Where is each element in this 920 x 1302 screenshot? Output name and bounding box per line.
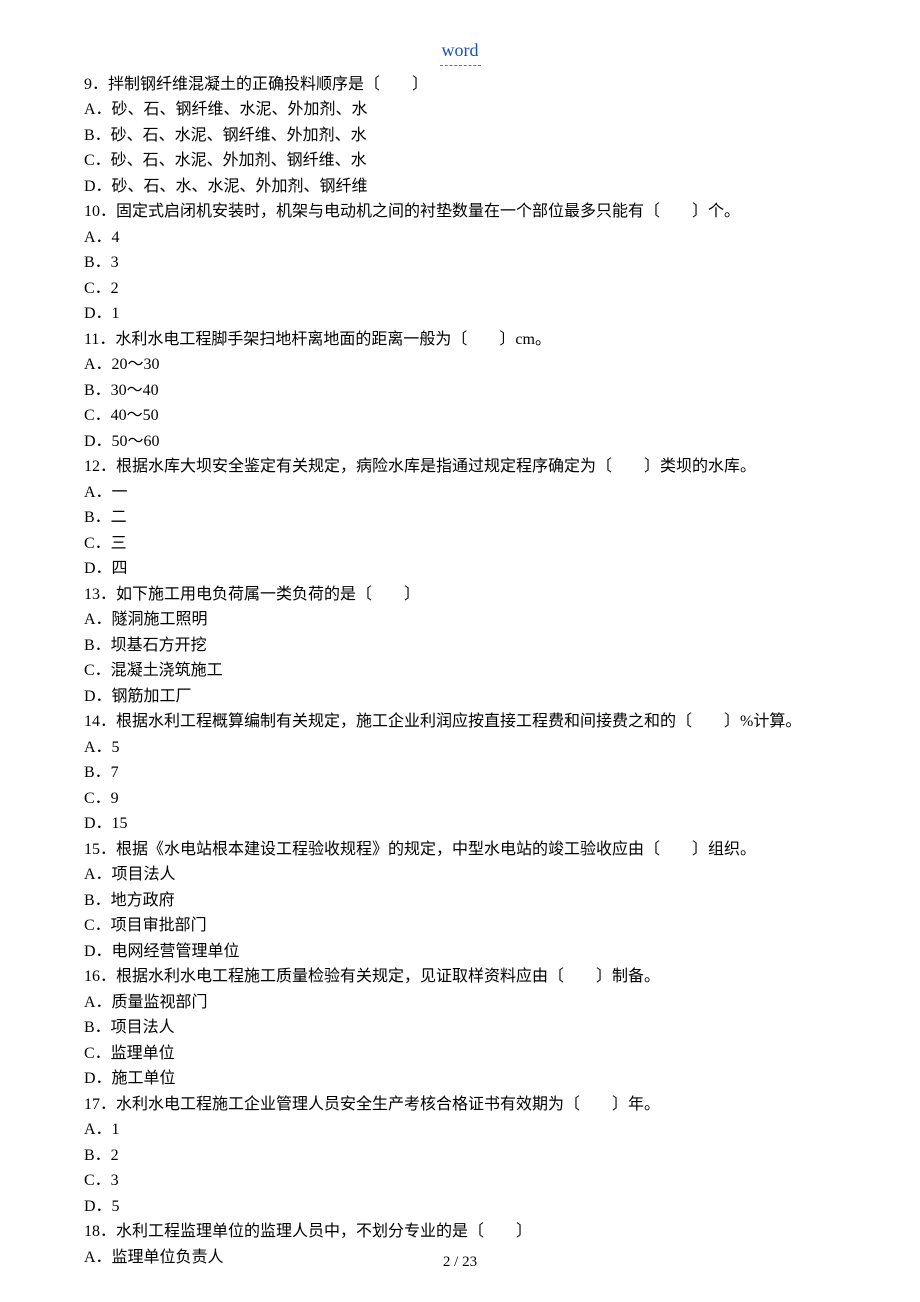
- question-option: C．3: [84, 1168, 836, 1194]
- question-option: C．9: [84, 786, 836, 812]
- question-option: D．砂、石、水、水泥、外加剂、钢纤维: [84, 174, 836, 200]
- question-option: C．2: [84, 276, 836, 302]
- question-option: A．1: [84, 1117, 836, 1143]
- question-option: C．混凝土浇筑施工: [84, 658, 836, 684]
- question-stem: 12．根据水库大坝安全鉴定有关规定，病险水库是指通过规定程序确定为〔 〕类坝的水…: [84, 454, 836, 480]
- question-option: B．30～40: [84, 378, 836, 404]
- page-header: word: [84, 36, 836, 66]
- question-option: B．地方政府: [84, 888, 836, 914]
- question-option: B．7: [84, 760, 836, 786]
- question-stem: 16．根据水利水电工程施工质量检验有关规定，见证取样资料应由〔 〕制备。: [84, 964, 836, 990]
- question-stem: 14．根据水利工程概算编制有关规定，施工企业利润应按直接工程费和间接费之和的〔 …: [84, 709, 836, 735]
- question-stem: 13．如下施工用电负荷属一类负荷的是〔 〕: [84, 582, 836, 608]
- question-stem: 15．根据《水电站根本建设工程验收规程》的规定，中型水电站的竣工验收应由〔 〕组…: [84, 837, 836, 863]
- question-option: D．电网经营管理单位: [84, 939, 836, 965]
- question-option: A．砂、石、钢纤维、水泥、外加剂、水: [84, 97, 836, 123]
- question-option: D．50～60: [84, 429, 836, 455]
- question-stem: 18．水利工程监理单位的监理人员中，不划分专业的是〔 〕: [84, 1219, 836, 1245]
- question-option: A．项目法人: [84, 862, 836, 888]
- question-stem: 11．水利水电工程脚手架扫地杆离地面的距离一般为〔 〕cm。: [84, 327, 836, 353]
- question-option: D．施工单位: [84, 1066, 836, 1092]
- question-option: C．项目审批部门: [84, 913, 836, 939]
- question-option: B．项目法人: [84, 1015, 836, 1041]
- question-option: A．4: [84, 225, 836, 251]
- question-option: A．隧洞施工照明: [84, 607, 836, 633]
- question-option: B．2: [84, 1143, 836, 1169]
- question-option: D．1: [84, 301, 836, 327]
- header-title: word: [440, 36, 481, 66]
- question-stem: 10．固定式启闭机安装时，机架与电动机之间的衬垫数量在一个部位最多只能有〔 〕个…: [84, 199, 836, 225]
- page-number: 2 / 23: [443, 1254, 477, 1270]
- question-option: B．二: [84, 505, 836, 531]
- question-option: B．3: [84, 250, 836, 276]
- question-option: D．5: [84, 1194, 836, 1220]
- question-option: D．钢筋加工厂: [84, 684, 836, 710]
- question-stem: 9．拌制钢纤维混凝土的正确投料顺序是〔 〕: [84, 72, 836, 98]
- question-stem: 17．水利水电工程施工企业管理人员安全生产考核合格证书有效期为〔 〕年。: [84, 1092, 836, 1118]
- page-footer: 2 / 23: [0, 1250, 920, 1274]
- question-option: A．一: [84, 480, 836, 506]
- question-option: C．40～50: [84, 403, 836, 429]
- question-option: A．5: [84, 735, 836, 761]
- content-body: 9．拌制钢纤维混凝土的正确投料顺序是〔 〕A．砂、石、钢纤维、水泥、外加剂、水B…: [84, 72, 836, 1271]
- question-option: D．四: [84, 556, 836, 582]
- question-option: C．三: [84, 531, 836, 557]
- question-option: A．质量监视部门: [84, 990, 836, 1016]
- question-option: C．监理单位: [84, 1041, 836, 1067]
- question-option: A．20～30: [84, 352, 836, 378]
- question-option: B．砂、石、水泥、钢纤维、外加剂、水: [84, 123, 836, 149]
- question-option: D．15: [84, 811, 836, 837]
- question-option: B．坝基石方开挖: [84, 633, 836, 659]
- page: word 9．拌制钢纤维混凝土的正确投料顺序是〔 〕A．砂、石、钢纤维、水泥、外…: [0, 0, 920, 1302]
- question-option: C．砂、石、水泥、外加剂、钢纤维、水: [84, 148, 836, 174]
